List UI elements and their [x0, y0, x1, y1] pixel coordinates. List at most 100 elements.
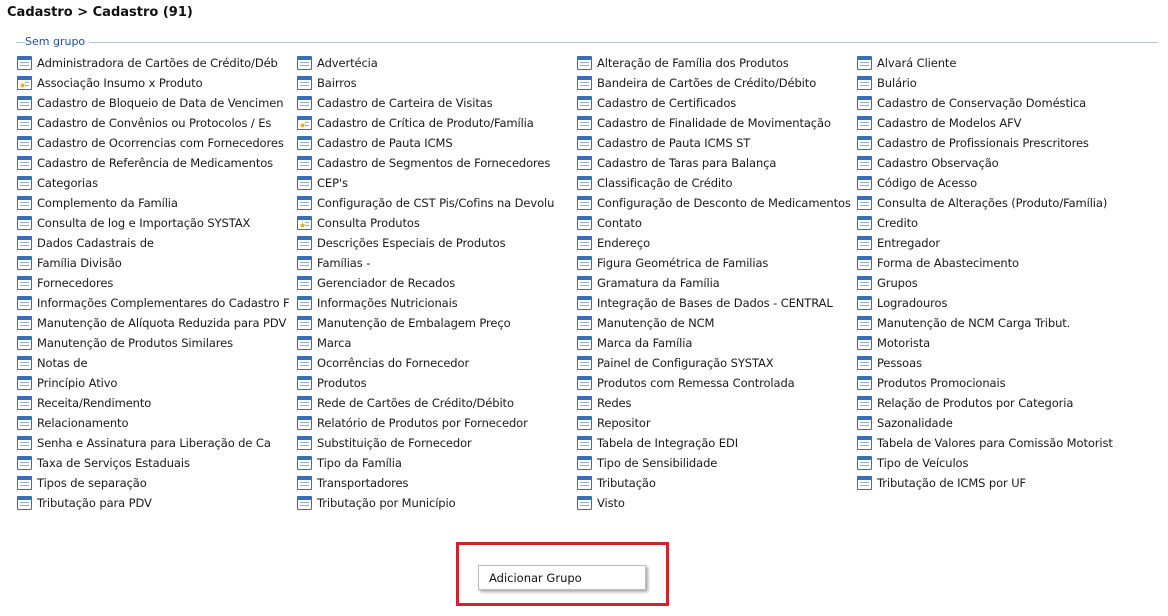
menu-item[interactable]: Código de Acesso [857, 173, 1132, 193]
menu-item[interactable]: CEP's [297, 173, 572, 193]
menu-item[interactable]: Cadastro de Pauta ICMS [297, 133, 572, 153]
menu-item[interactable]: Cadastro de Profissionais Prescritores [857, 133, 1132, 153]
menu-item[interactable]: Cadastro de Convênios ou Protocolos / Es [17, 113, 292, 133]
menu-item[interactable]: Senha e Assinatura para Liberação de Ca [17, 433, 292, 453]
menu-item[interactable]: Administradora de Cartões de Crédito/Déb [17, 53, 292, 73]
menu-item[interactable]: Receita/Rendimento [17, 393, 292, 413]
menu-item[interactable]: Cadastro de Modelos AFV [857, 113, 1132, 133]
menu-item[interactable]: Descrições Especiais de Produtos [297, 233, 572, 253]
menu-item[interactable]: Cadastro de Conservação Doméstica [857, 93, 1132, 113]
menu-item[interactable]: Complemento da Família [17, 193, 292, 213]
menu-item[interactable]: Tipo de Veículos [857, 453, 1132, 473]
menu-item[interactable]: Bandeira de Cartões de Crédito/Débito [577, 73, 852, 93]
menu-item[interactable]: Produtos Promocionais [857, 373, 1132, 393]
menu-item[interactable]: Motorista [857, 333, 1132, 353]
menu-item[interactable]: Credito [857, 213, 1132, 233]
menu-item[interactable]: Contato [577, 213, 852, 233]
menu-item[interactable]: Pessoas [857, 353, 1132, 373]
menu-item[interactable]: Classificação de Crédito [577, 173, 852, 193]
menu-item[interactable]: Produtos com Remessa Controlada [577, 373, 852, 393]
menu-item[interactable]: Bulário [857, 73, 1132, 93]
menu-item[interactable]: Advertécia [297, 53, 572, 73]
menu-item[interactable]: Tipos de separação [17, 473, 292, 493]
menu-item[interactable]: Grupos [857, 273, 1132, 293]
menu-item[interactable]: Redes [577, 393, 852, 413]
menu-item[interactable]: Marca da Família [577, 333, 852, 353]
menu-item[interactable]: Cadastro de Carteira de Visitas [297, 93, 572, 113]
menu-item[interactable]: Tipo de Sensibilidade [577, 453, 852, 473]
menu-item[interactable]: Princípio Ativo [17, 373, 292, 393]
menu-item[interactable]: Entregador [857, 233, 1132, 253]
menu-item[interactable]: Família Divisão [17, 253, 292, 273]
group-label[interactable]: Sem grupo [25, 35, 90, 49]
menu-item[interactable]: Tabela de Integração EDI [577, 433, 852, 453]
menu-item[interactable]: Relatório de Produtos por Fornecedor [297, 413, 572, 433]
menu-item[interactable]: Configuração de Desconto de Medicamentos [577, 193, 852, 213]
menu-item-label: Cadastro de Modelos AFV [877, 116, 1022, 130]
menu-item[interactable]: Tributação [577, 473, 852, 493]
menu-item[interactable]: Forma de Abastecimento [857, 253, 1132, 273]
menu-item[interactable]: Cadastro de Pauta ICMS ST [577, 133, 852, 153]
table-icon [17, 316, 32, 330]
menu-item[interactable]: Fornecedores [17, 273, 292, 293]
menu-item[interactable]: Tributação por Município [297, 493, 572, 513]
menu-item[interactable]: Tributação para PDV [17, 493, 292, 513]
menu-item[interactable]: Informações Nutricionais [297, 293, 572, 313]
menu-item[interactable]: Gerenciador de Recados [297, 273, 572, 293]
menu-item[interactable]: Cadastro de Referência de Medicamentos [17, 153, 292, 173]
menu-item[interactable]: Famílias - [297, 253, 572, 273]
menu-item[interactable]: Tabela de Valores para Comissão Motorist [857, 433, 1132, 453]
menu-item[interactable]: Relacionamento [17, 413, 292, 433]
menu-item[interactable]: Logradouros [857, 293, 1132, 313]
menu-item[interactable]: Cadastro de Certificados [577, 93, 852, 113]
menu-item[interactable]: Cadastro Observação [857, 153, 1132, 173]
menu-item[interactable]: ★ Consulta Produtos [297, 213, 572, 233]
menu-item[interactable]: Figura Geométrica de Familias [577, 253, 852, 273]
menu-item[interactable]: Dados Cadastrais de [17, 233, 292, 253]
menu-item[interactable]: Taxa de Serviços Estaduais [17, 453, 292, 473]
menu-item[interactable]: Endereço [577, 233, 852, 253]
menu-item-label: Administradora de Cartões de Crédito/Déb [37, 56, 278, 70]
menu-item[interactable]: Gramatura da Família [577, 273, 852, 293]
menu-item-label: Marca da Família [597, 336, 693, 350]
menu-item[interactable]: Configuração de CST Pis/Cofins na Devolu [297, 193, 572, 213]
menu-item[interactable]: Consulta de log e Importação SYSTAX [17, 213, 292, 233]
menu-item[interactable]: Marca [297, 333, 572, 353]
menu-item[interactable]: Manutenção de Embalagem Preço [297, 313, 572, 333]
menu-item[interactable]: Cadastro de Segmentos de Fornecedores [297, 153, 572, 173]
menu-item[interactable]: Categorias [17, 173, 292, 193]
menu-item[interactable]: ★ Cadastro de Crítica de Produto/Família [297, 113, 572, 133]
menu-item[interactable]: Manutenção de NCM [577, 313, 852, 333]
menu-item[interactable]: Cadastro de Ocorrencias com Fornecedores [17, 133, 292, 153]
menu-item[interactable]: Integração de Bases de Dados - CENTRAL [577, 293, 852, 313]
menu-item[interactable]: Substituição de Fornecedor [297, 433, 572, 453]
add-group-button[interactable]: Adicionar Grupo [478, 565, 646, 590]
menu-item[interactable]: Alteração de Família dos Produtos [577, 53, 852, 73]
menu-item[interactable]: Cadastro de Bloqueio de Data de Vencimen [17, 93, 292, 113]
menu-item[interactable]: Ocorrências do Fornecedor [297, 353, 572, 373]
menu-item[interactable]: Manutenção de NCM Carga Tribut. [857, 313, 1132, 333]
menu-item[interactable]: Alvará Cliente [857, 53, 1132, 73]
menu-item[interactable]: Manutenção de Produtos Similares [17, 333, 292, 353]
menu-item[interactable]: Consulta de Alterações (Produto/Família) [857, 193, 1132, 213]
menu-item[interactable]: Tipo da Família [297, 453, 572, 473]
menu-item[interactable]: Cadastro de Finalidade de Movimentação [577, 113, 852, 133]
menu-item[interactable]: Manutenção de Alíquota Reduzida para PDV [17, 313, 292, 333]
menu-item[interactable]: Cadastro de Taras para Balança [577, 153, 852, 173]
menu-item[interactable]: Bairros [297, 73, 572, 93]
menu-item[interactable]: Tributação de ICMS por UF [857, 473, 1132, 493]
menu-item[interactable]: Relação de Produtos por Categoria [857, 393, 1132, 413]
menu-item[interactable]: Repositor [577, 413, 852, 433]
menu-item[interactable]: Rede de Cartões de Crédito/Débito [297, 393, 572, 413]
menu-item[interactable]: Notas de [17, 353, 292, 373]
menu-item[interactable]: Painel de Configuração SYSTAX [577, 353, 852, 373]
menu-item[interactable]: Produtos [297, 373, 572, 393]
menu-item[interactable]: Sazonalidade [857, 413, 1132, 433]
menu-item[interactable]: ★ Associação Insumo x Produto [17, 73, 292, 93]
table-icon [17, 256, 32, 270]
menu-item[interactable]: Visto [577, 493, 852, 513]
menu-item[interactable]: Informações Complementares do Cadastro F [17, 293, 292, 313]
table-icon [297, 476, 312, 490]
menu-item-label: Tributação por Município [317, 496, 456, 510]
menu-item[interactable]: Transportadores [297, 473, 572, 493]
